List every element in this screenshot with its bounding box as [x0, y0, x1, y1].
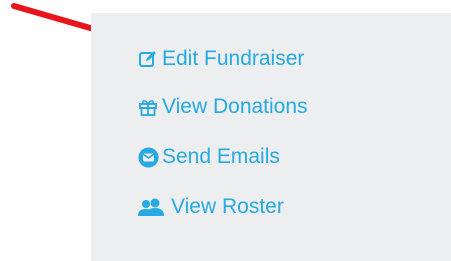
edit-fundraiser-link[interactable]: Edit Fundraiser: [137, 46, 304, 72]
send-emails-label: Send Emails: [162, 145, 280, 168]
view-roster-label: View Roster: [171, 195, 284, 218]
edit-icon: [137, 48, 159, 70]
envelope-icon: [137, 146, 159, 168]
gift-icon: [137, 96, 159, 118]
page: Edit Fundraiser View Donations Send Emai…: [0, 0, 451, 261]
view-roster-link[interactable]: View Roster: [137, 194, 284, 220]
view-donations-label: View Donations: [162, 95, 308, 118]
view-donations-link[interactable]: View Donations: [137, 94, 308, 120]
users-icon: [137, 196, 165, 218]
send-emails-link[interactable]: Send Emails: [137, 144, 280, 170]
edit-fundraiser-label: Edit Fundraiser: [162, 47, 305, 70]
